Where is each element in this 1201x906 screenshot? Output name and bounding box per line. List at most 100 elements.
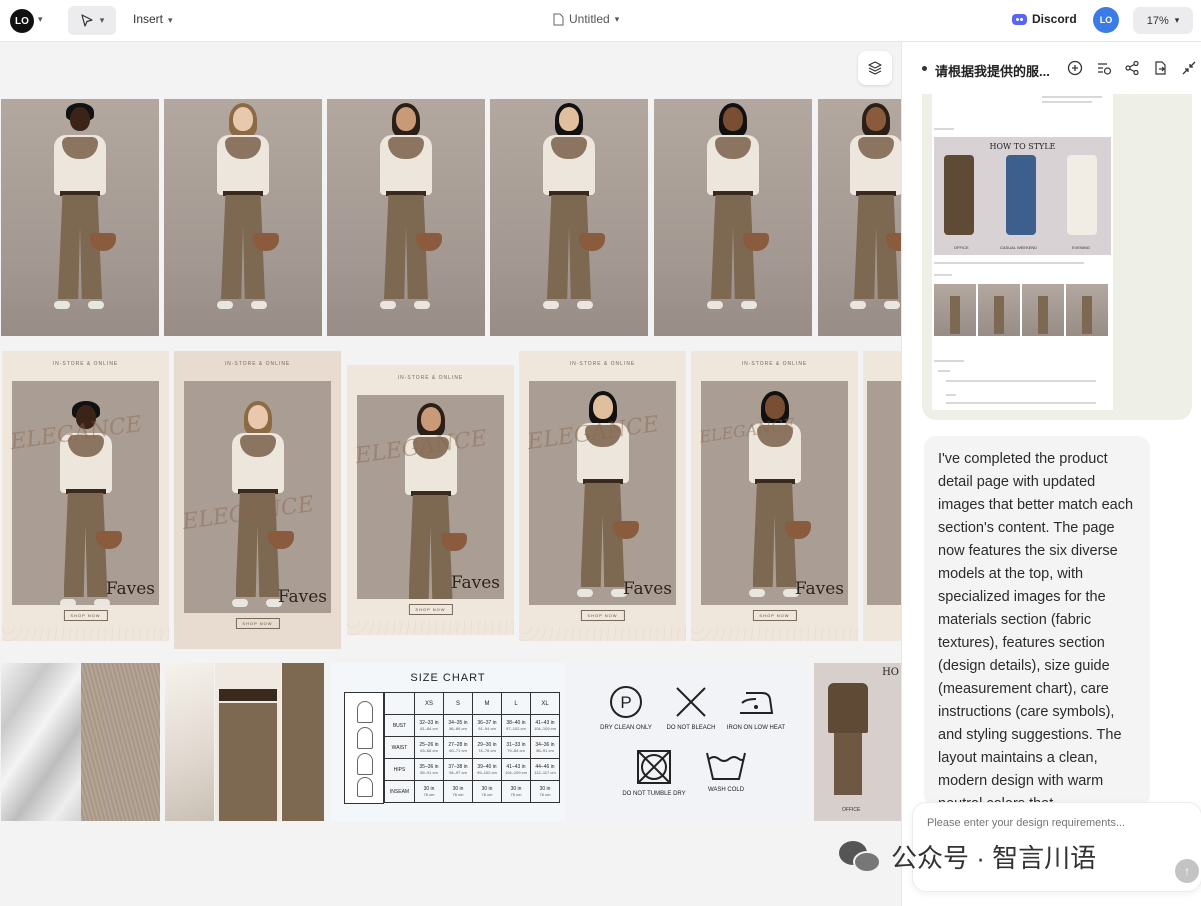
layers-icon [868,61,882,75]
select-tool-button[interactable]: ▾ [68,6,116,35]
discord-icon [1012,13,1027,25]
poster-faves-text: Faves [622,579,672,599]
watermark-text: 公众号 · 智言川语 [891,843,1097,873]
model-photo[interactable] [654,99,812,336]
history-icon[interactable] [1096,60,1112,76]
collapse-icon[interactable] [1181,60,1197,76]
waist-detail-image[interactable] [215,663,281,821]
export-icon[interactable] [1152,60,1168,76]
model-photo[interactable] [818,99,901,336]
poster-shop-button: SHOP NOW [580,610,625,621]
chevron-down-icon[interactable]: ▾ [38,14,43,25]
measure-label: BUST [384,714,415,737]
care-item: P DRY CLEAN ONLY [591,685,661,732]
status-dot [922,66,927,71]
promo-poster[interactable]: IN-STORE & ONLINE ELEGANCE Faves SHOP NO… [519,351,686,641]
poster-top-text: IN-STORE & ONLINE [52,361,119,367]
no-bleach-icon [676,687,706,717]
promo-poster[interactable]: IN-STORE & ONLINE ELEGANCE Faves SHOP NO… [691,351,858,641]
measure-label: WAIST [384,736,415,759]
chevron-down-icon: ▾ [614,13,620,24]
chevron-down-icon: ▾ [168,15,173,25]
sleeve-detail-image[interactable] [165,663,214,821]
style-heading: HO [882,667,899,678]
chat-header: 请根据我提供的服... [902,42,1201,94]
promo-poster[interactable] [863,351,901,641]
size-header: XL [530,692,560,715]
share-icon[interactable] [1124,60,1140,76]
zoom-level: 17% [1146,14,1169,27]
chat-input[interactable] [927,817,1177,829]
wash-cold-icon [706,752,746,780]
care-item: WASH COLD [691,749,761,794]
model-photo[interactable] [490,99,648,336]
how-to-style-image[interactable]: HO OFFICE [814,663,901,821]
poster-shop-button: SHOP NOW [408,604,453,615]
preview-document: HOW TO STYLE OFFICE CASUAL WEEKEND EVENI… [932,94,1113,410]
poster-faves-text: Faves [794,579,844,599]
poster-top-text: IN-STORE & ONLINE [569,361,636,367]
model-photo[interactable] [164,99,322,336]
care-label: IRON ON LOW HEAT [726,725,786,731]
zoom-control[interactable]: 17% ▾ [1133,7,1193,34]
svg-text:P: P [620,693,631,712]
document-title[interactable]: Untitled ▾ [553,12,619,26]
size-chart-image[interactable]: SIZE CHART XS S M L XL BUST 32–33 in 81–8… [330,663,566,821]
preview-style-title: HOW TO STYLE [989,142,1056,151]
iron-icon [740,692,774,714]
preview-thumbnails [934,284,1111,338]
model-photo[interactable] [327,99,485,336]
poster-faves-text: Faves [105,579,155,599]
preview-caption: EVENING [1072,245,1091,250]
care-instructions-image[interactable]: P DRY CLEAN ONLY DO NOT BLEACH IRON ON L… [570,663,810,821]
layers-button[interactable] [858,51,892,85]
discord-button[interactable]: Discord [1012,12,1077,26]
poster-faves-text: Faves [450,573,500,593]
document-icon [553,13,564,25]
preview-how-to-style: HOW TO STYLE OFFICE CASUAL WEEKEND EVENI… [934,137,1111,255]
care-item: DO NOT TUMBLE DRY [619,749,689,798]
size-table-corner [384,692,415,715]
care-item: IRON ON LOW HEAT [721,685,791,732]
size-header: M [472,692,502,715]
design-canvas[interactable]: IN-STORE & ONLINE ELEGANCE Faves SHOP NO… [0,43,901,906]
app-logo[interactable]: LO [10,9,34,33]
poster-shop-button: SHOP NOW [63,610,108,621]
care-label: WASH COLD [707,787,745,793]
poster-top-text: IN-STORE & ONLINE [397,375,464,381]
size-header: L [501,692,531,715]
fabric-texture-image[interactable] [1,663,81,821]
chevron-down-icon: ▾ [99,15,105,25]
arrow-up-icon: ↑ [1184,864,1190,878]
new-chat-icon[interactable] [1067,60,1083,76]
style-label: OFFICE [842,807,861,813]
top-bar: LO ▾ ▾ Insert ▾ Untitled ▾ Discord LO 17%… [0,0,1201,42]
care-label: DO NOT BLEACH [666,725,716,731]
preview-caption: OFFICE [954,245,969,250]
promo-poster[interactable]: IN-STORE & ONLINE ELEGANCE Faves SHOP NO… [174,351,341,649]
chat-title: 请根据我提供的服... [935,64,1050,79]
insert-menu[interactable]: Insert ▾ [133,12,173,26]
size-header: XS [414,692,444,715]
body-figures [344,692,384,804]
avatar[interactable]: LO [1093,7,1119,33]
model-photo[interactable] [1,99,159,336]
care-item: DO NOT BLEACH [656,685,726,732]
promo-poster[interactable]: IN-STORE & ONLINE ELEGANCE Faves SHOP NO… [2,351,169,641]
assistant-message: I've completed the product detail page w… [924,436,1150,806]
chevron-down-icon: ▾ [1174,15,1180,25]
size-header: S [443,692,473,715]
preview-caption: CASUAL WEEKEND [1000,245,1038,250]
send-button[interactable]: ↑ [1175,859,1199,883]
pants-detail-image[interactable] [282,663,324,821]
poster-shop-button: SHOP NOW [235,618,280,629]
poster-shop-button: SHOP NOW [752,610,797,621]
promo-poster[interactable]: IN-STORE & ONLINE ELEGANCE Faves SHOP NO… [347,365,514,635]
watermark: 公众号 · 智言川语 [839,838,1096,875]
dry-clean-icon: P [610,686,642,718]
measure-label: INSEAM [384,780,415,803]
page-preview[interactable]: HOW TO STYLE OFFICE CASUAL WEEKEND EVENI… [922,94,1192,420]
poster-top-text: IN-STORE & ONLINE [741,361,808,367]
fabric-texture-image[interactable] [81,663,160,821]
size-chart-title: SIZE CHART [410,672,486,684]
